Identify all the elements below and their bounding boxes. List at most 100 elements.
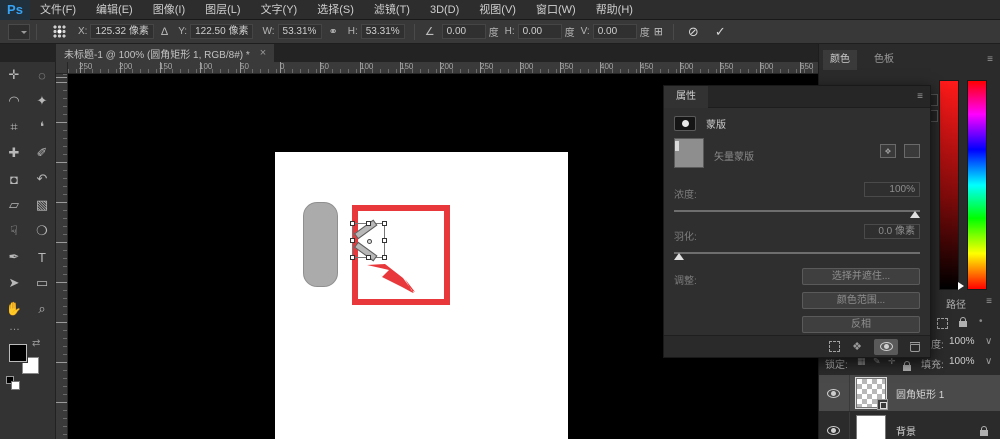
density-slider-thumb[interactable] (910, 206, 920, 218)
document-tab[interactable]: 未标题-1 @ 100% (圆角矩形 1, RGB/8#) * × (56, 44, 275, 62)
rounded-rectangle-shape[interactable] (303, 202, 338, 287)
hue-spectrum-ramp[interactable] (967, 80, 987, 290)
transform-handle[interactable] (350, 255, 355, 260)
height-input[interactable]: 53.31% (360, 24, 405, 39)
menu-3d[interactable]: 3D(D) (420, 0, 469, 20)
filter-dot-icon[interactable]: • (979, 316, 983, 327)
layer-name[interactable]: 背景 (896, 423, 916, 438)
relative-position-icon[interactable]: Δ (161, 26, 168, 38)
link-dimensions-icon[interactable]: ⚭ (329, 25, 338, 38)
magic-wand-tool[interactable]: ✦ (28, 88, 56, 114)
history-brush-tool[interactable]: ↶ (28, 166, 56, 192)
invert-button[interactable]: 反相 (802, 316, 920, 333)
lasso-tool[interactable]: ◠ (0, 88, 28, 114)
gradient-tool[interactable]: ▧ (28, 192, 56, 218)
mask-frame-icon[interactable] (904, 144, 920, 158)
layer-name[interactable]: 圆角矩形 1 (896, 386, 944, 401)
brightness-ramp[interactable] (939, 80, 959, 290)
layer-row-rounded-rectangle[interactable]: 圆角矩形 1 (819, 375, 1000, 411)
feather-slider[interactable] (674, 252, 920, 260)
select-and-mask-button[interactable]: 选择并遮住... (802, 268, 920, 285)
menu-layer[interactable]: 图层(L) (195, 0, 250, 20)
reference-point-icon[interactable] (53, 25, 66, 38)
cancel-transform-icon[interactable]: ⊘ (688, 24, 699, 40)
zoom-tool[interactable]: ⌕ (28, 296, 56, 322)
transform-handle[interactable] (350, 238, 355, 243)
menu-type[interactable]: 文字(Y) (251, 0, 308, 20)
hand-tool[interactable]: ✋ (0, 296, 28, 322)
commit-transform-icon[interactable]: ✓ (715, 24, 726, 40)
layer-thumbnail[interactable] (855, 377, 888, 410)
foreground-color-swatch[interactable] (8, 343, 28, 363)
menu-image[interactable]: 图像(I) (143, 0, 195, 20)
transform-bounding-box[interactable] (350, 219, 387, 262)
move-tool[interactable]: ✛ (0, 62, 28, 88)
y-input[interactable]: 122.50 像素 (190, 24, 254, 39)
transform-handle[interactable] (350, 221, 355, 226)
smudge-tool[interactable]: ☟ (0, 218, 28, 244)
hue-slider-icon[interactable] (958, 282, 968, 290)
select-pixels-icon[interactable]: ❖ (880, 144, 896, 158)
density-value[interactable]: 100% (864, 182, 920, 197)
transform-handle[interactable] (366, 255, 371, 260)
layer-row-background[interactable]: 背景 (819, 412, 1000, 439)
menu-window[interactable]: 窗口(W) (526, 0, 586, 20)
transform-handle[interactable] (382, 238, 387, 243)
fill-dropdown-icon[interactable]: ∨ (985, 356, 992, 367)
filter-shape-icon[interactable] (937, 318, 948, 329)
menu-edit[interactable]: 编辑(E) (86, 0, 143, 20)
crop-tool[interactable]: ⌗ (0, 114, 28, 140)
default-colors-icon[interactable] (6, 376, 20, 390)
lock-all-icon[interactable] (903, 361, 911, 371)
tab-color[interactable]: 颜色 (823, 50, 857, 70)
brush-tool[interactable]: ✐ (28, 140, 56, 166)
apply-mask-icon[interactable]: ❖ (852, 340, 862, 353)
load-selection-icon[interactable] (829, 341, 841, 352)
opacity-dropdown-icon[interactable]: ∨ (985, 336, 992, 347)
layer-visibility-icon[interactable] (827, 425, 840, 435)
fill-value[interactable]: 100% (949, 356, 975, 367)
density-slider[interactable] (674, 210, 920, 218)
layer-visibility-icon[interactable] (827, 388, 840, 398)
vector-mask-thumbnail[interactable] (674, 138, 704, 168)
close-tab-icon[interactable]: × (260, 47, 266, 59)
properties-menu-icon[interactable]: ≡ (917, 91, 923, 102)
path-selection-tool[interactable]: ➤ (0, 270, 28, 296)
width-input[interactable]: 53.31% (277, 24, 322, 39)
color-range-button[interactable]: 颜色范围... (802, 292, 920, 309)
transform-handle[interactable] (382, 221, 387, 226)
shape-tool[interactable]: ▭ (28, 270, 56, 296)
swap-colors-icon[interactable]: ⇄ (32, 338, 40, 349)
delete-mask-icon[interactable] (910, 341, 920, 352)
type-tool[interactable]: T (28, 244, 56, 270)
tool-preset-icon[interactable] (8, 23, 30, 40)
transform-handle[interactable] (382, 255, 387, 260)
menu-select[interactable]: 选择(S) (307, 0, 364, 20)
edit-toolbar-icon[interactable]: … (0, 322, 55, 336)
x-input[interactable]: 125.32 像素 (90, 24, 154, 39)
transform-center-point[interactable] (367, 239, 372, 244)
eyedropper-tool[interactable]: ❛ (28, 114, 56, 140)
filter-lock-icon[interactable] (959, 317, 967, 327)
angle-input[interactable]: 0.00 (441, 24, 486, 39)
menu-view[interactable]: 视图(V) (469, 0, 526, 20)
eraser-tool[interactable]: ▱ (0, 192, 28, 218)
document-canvas[interactable] (275, 152, 568, 439)
tab-swatches[interactable]: 色板 (867, 50, 901, 70)
pen-tool[interactable]: ✒ (0, 244, 28, 270)
dodge-tool[interactable]: ❍ (28, 218, 56, 244)
v-skew-input[interactable]: 0.00 (592, 24, 637, 39)
layer-thumbnail[interactable] (856, 415, 886, 439)
tab-paths[interactable]: 路径 (946, 296, 966, 311)
marquee-tool[interactable]: ◌ (28, 62, 56, 88)
menu-filter[interactable]: 滤镜(T) (364, 0, 420, 20)
warp-mode-icon[interactable]: ⊞ (654, 25, 663, 38)
panel-menu-icon[interactable]: ≡ (987, 54, 993, 65)
menu-help[interactable]: 帮助(H) (586, 0, 643, 20)
h-skew-input[interactable]: 0.00 (517, 24, 562, 39)
mask-visibility-toggle[interactable] (874, 338, 898, 355)
healing-brush-tool[interactable]: ✚ (0, 140, 28, 166)
menu-file[interactable]: 文件(F) (30, 0, 86, 20)
feather-slider-thumb[interactable] (674, 248, 684, 260)
layers-menu-icon[interactable]: ≡ (986, 296, 992, 307)
